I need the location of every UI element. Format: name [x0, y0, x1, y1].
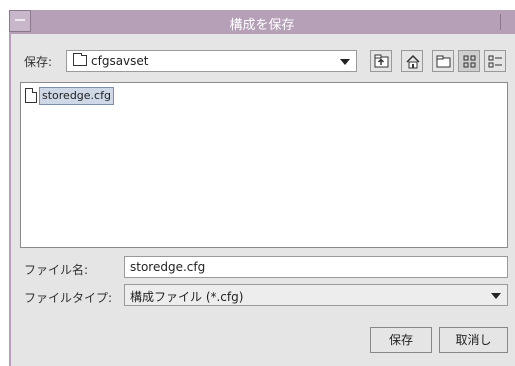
save-button[interactable]: 保存: [370, 327, 432, 353]
filename-value: storedge.cfg: [130, 260, 206, 274]
folder-icon: [73, 53, 87, 66]
chevron-down-icon: [491, 293, 501, 299]
file-name: storedge.cfg: [39, 87, 114, 105]
list-view-icon: [463, 55, 476, 68]
new-folder-button[interactable]: [432, 50, 454, 72]
list-view-button[interactable]: [458, 50, 480, 72]
details-view-icon: [488, 55, 502, 68]
filetype-combo[interactable]: 構成ファイル (*.cfg): [124, 284, 508, 306]
lookin-value: cfgsavset: [91, 54, 149, 68]
window-left-border: [9, 34, 11, 366]
filetype-label: ファイルタイプ:: [24, 291, 113, 305]
details-view-button[interactable]: [484, 50, 506, 72]
new-folder-icon: [436, 55, 451, 68]
filename-field[interactable]: storedge.cfg: [124, 256, 508, 278]
up-one-level-icon: [374, 54, 389, 68]
file-icon: [25, 88, 37, 103]
title-bar-divider: [500, 14, 501, 30]
filename-label: ファイル名:: [24, 263, 89, 277]
window-title: 構成を保存: [229, 18, 295, 33]
lookin-label: 保存:: [24, 55, 53, 69]
title-bar[interactable]: 構成を保存: [9, 10, 515, 34]
chevron-down-icon: [340, 59, 350, 65]
home-button[interactable]: [401, 50, 423, 72]
cancel-button[interactable]: 取消し: [439, 327, 508, 353]
filetype-value: 構成ファイル (*.cfg): [130, 290, 244, 304]
home-icon: [406, 54, 420, 69]
file-list[interactable]: storedge.cfg: [20, 82, 508, 248]
up-one-level-button[interactable]: [370, 50, 392, 72]
lookin-combo[interactable]: cfgsavset: [66, 50, 357, 72]
